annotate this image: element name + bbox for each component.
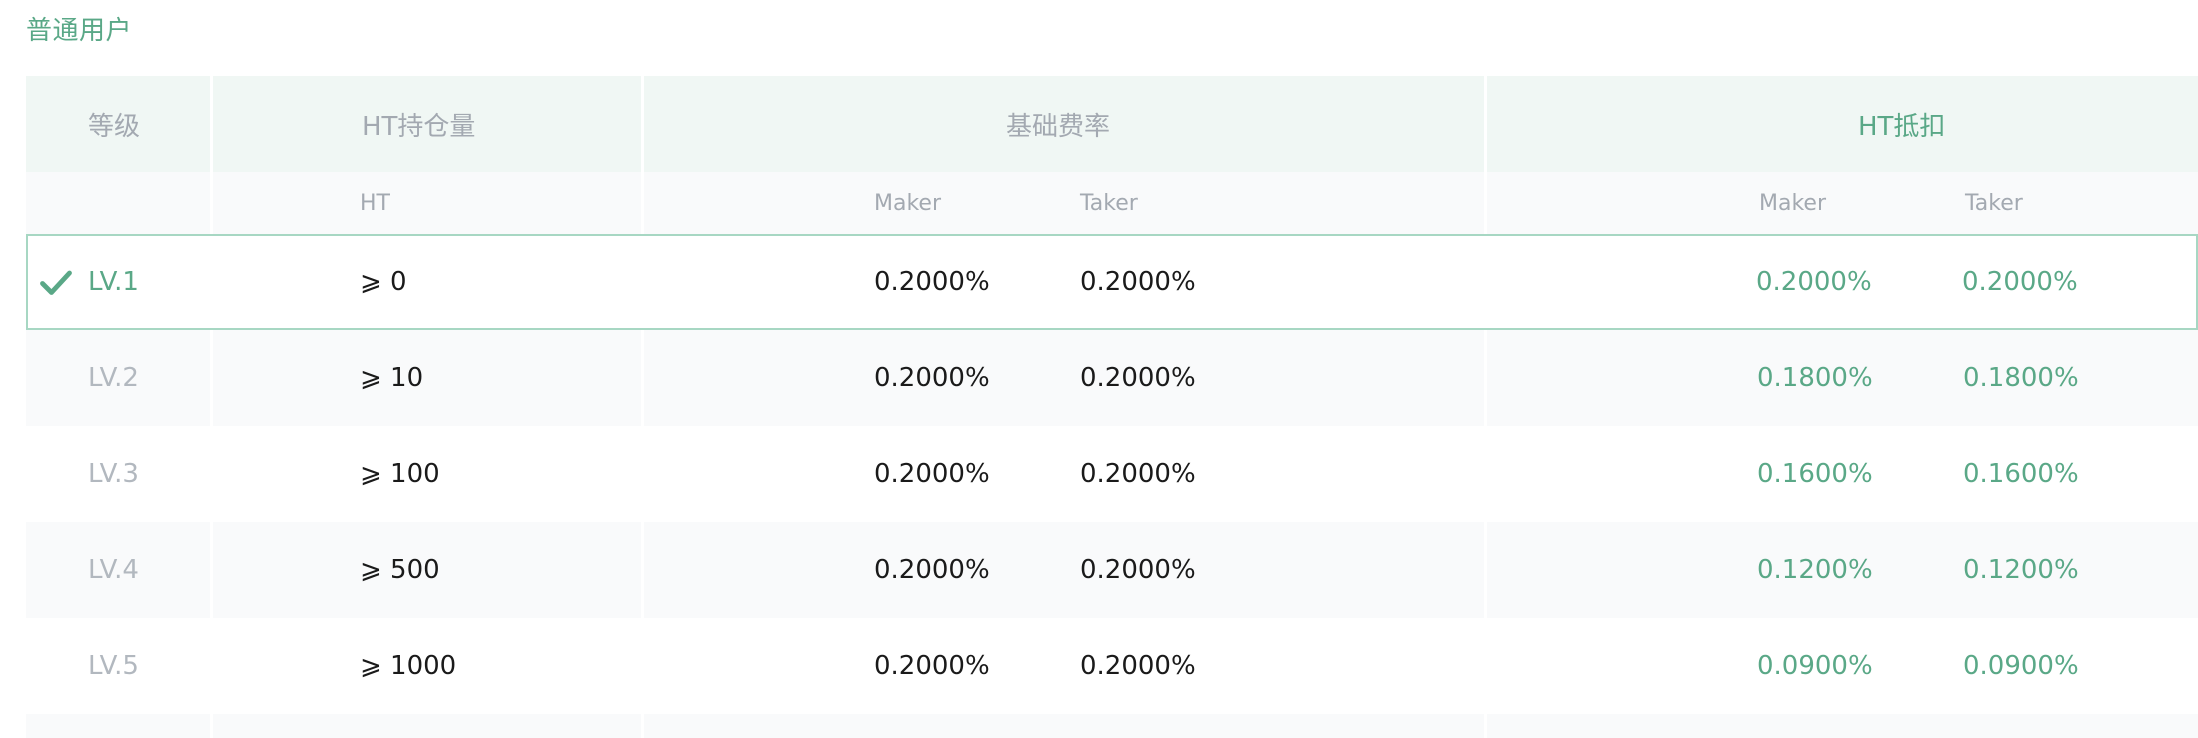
ht-maker-rate: 0.2000% bbox=[1756, 267, 1872, 297]
column-divider bbox=[641, 714, 644, 738]
ht-taker-rate: 0.0900% bbox=[1963, 651, 2079, 681]
level-label: LV.5 bbox=[88, 651, 139, 681]
column-divider bbox=[210, 714, 213, 738]
maker-rate: 0.2000% bbox=[874, 363, 990, 393]
column-divider bbox=[210, 172, 213, 234]
subheader-maker: Maker bbox=[874, 172, 941, 234]
fee-rate-table: 等级 HT持仓量 基础费率 HT抵扣 HT Maker Taker Maker bbox=[26, 76, 2198, 738]
subheader-ht-maker: Maker bbox=[1759, 172, 1826, 234]
taker-rate: 0.2000% bbox=[1080, 459, 1196, 489]
taker-rate: 0.2000% bbox=[1080, 363, 1196, 393]
column-divider bbox=[641, 172, 644, 234]
ht-maker-rate: 0.1200% bbox=[1757, 555, 1873, 585]
column-divider bbox=[641, 330, 644, 426]
ht-taker-rate: 0.1800% bbox=[1963, 363, 2079, 393]
holding-value: ⩾ 100 bbox=[360, 459, 440, 489]
subheader-taker: Taker bbox=[1080, 172, 1138, 234]
header-base-rate: 基础费率 bbox=[1006, 76, 1110, 172]
table-header-main: 等级 HT持仓量 基础费率 HT抵扣 bbox=[26, 76, 2198, 172]
column-divider bbox=[210, 330, 213, 426]
holding-value: ⩾ 10 bbox=[360, 363, 424, 393]
level-label: LV.3 bbox=[88, 459, 139, 489]
column-divider bbox=[641, 76, 644, 172]
subheader-ht-taker: Taker bbox=[1965, 172, 2023, 234]
header-level-label: 等级 bbox=[88, 111, 141, 142]
table-row-partial bbox=[26, 714, 2198, 738]
column-divider bbox=[1484, 330, 1487, 426]
table-header-sub: HT Maker Taker Maker Taker bbox=[26, 172, 2198, 234]
subheader-ht: HT bbox=[360, 172, 390, 234]
header-ht-deduction-label: HT抵扣 bbox=[1858, 111, 1946, 142]
ht-maker-rate: 0.0900% bbox=[1757, 651, 1873, 681]
level-label: LV.4 bbox=[88, 555, 139, 585]
column-divider bbox=[1484, 76, 1487, 172]
taker-rate: 0.2000% bbox=[1080, 267, 1196, 297]
table-row[interactable]: LV.3 ⩾ 100 0.2000% 0.2000% 0.1600% 0.160… bbox=[26, 426, 2198, 522]
table-row[interactable]: LV.4 ⩾ 500 0.2000% 0.2000% 0.1200% 0.120… bbox=[26, 522, 2198, 618]
header-ht-deduction: HT抵扣 bbox=[1858, 76, 1945, 172]
holding-value: ⩾ 500 bbox=[360, 555, 440, 585]
holding-value: ⩾ 1000 bbox=[360, 651, 457, 681]
subheader-ht-label: HT bbox=[360, 190, 390, 216]
column-divider bbox=[1484, 172, 1487, 234]
taker-rate: 0.2000% bbox=[1080, 651, 1196, 681]
level-label: LV.2 bbox=[88, 363, 139, 393]
maker-rate: 0.2000% bbox=[874, 267, 990, 297]
table-row[interactable]: LV.2 ⩾ 10 0.2000% 0.2000% 0.1800% 0.1800… bbox=[26, 330, 2198, 426]
header-ht-holding-label: HT持仓量 bbox=[362, 111, 476, 142]
column-divider bbox=[641, 522, 644, 618]
level-label: LV.1 bbox=[88, 267, 139, 297]
subheader-ht-maker-label: Maker bbox=[1759, 190, 1826, 216]
table-row[interactable]: LV.1 ⩾ 0 0.2000% 0.2000% 0.2000% 0.2000% bbox=[26, 234, 2198, 330]
ht-taker-rate: 0.1200% bbox=[1963, 555, 2079, 585]
maker-rate: 0.2000% bbox=[874, 555, 990, 585]
maker-rate: 0.2000% bbox=[874, 651, 990, 681]
section-title: 普通用户 bbox=[26, 16, 133, 46]
header-level: 等级 bbox=[88, 76, 140, 172]
column-divider bbox=[210, 522, 213, 618]
maker-rate: 0.2000% bbox=[874, 459, 990, 489]
column-divider bbox=[1484, 522, 1487, 618]
ht-taker-rate: 0.1600% bbox=[1963, 459, 2079, 489]
taker-rate: 0.2000% bbox=[1080, 555, 1196, 585]
header-ht-holding: HT持仓量 bbox=[362, 76, 475, 172]
subheader-maker-label: Maker bbox=[874, 190, 941, 216]
holding-value: ⩾ 0 bbox=[360, 267, 407, 297]
column-divider bbox=[1484, 714, 1487, 738]
ht-taker-rate: 0.2000% bbox=[1962, 267, 2078, 297]
subheader-ht-taker-label: Taker bbox=[1965, 190, 2023, 216]
check-icon bbox=[38, 236, 74, 328]
ht-maker-rate: 0.1600% bbox=[1757, 459, 1873, 489]
header-base-rate-label: 基础费率 bbox=[1006, 111, 1111, 142]
ht-maker-rate: 0.1800% bbox=[1757, 363, 1873, 393]
column-divider bbox=[210, 76, 213, 172]
table-row[interactable]: LV.5 ⩾ 1000 0.2000% 0.2000% 0.0900% 0.09… bbox=[26, 618, 2198, 714]
subheader-taker-label: Taker bbox=[1080, 190, 1138, 216]
